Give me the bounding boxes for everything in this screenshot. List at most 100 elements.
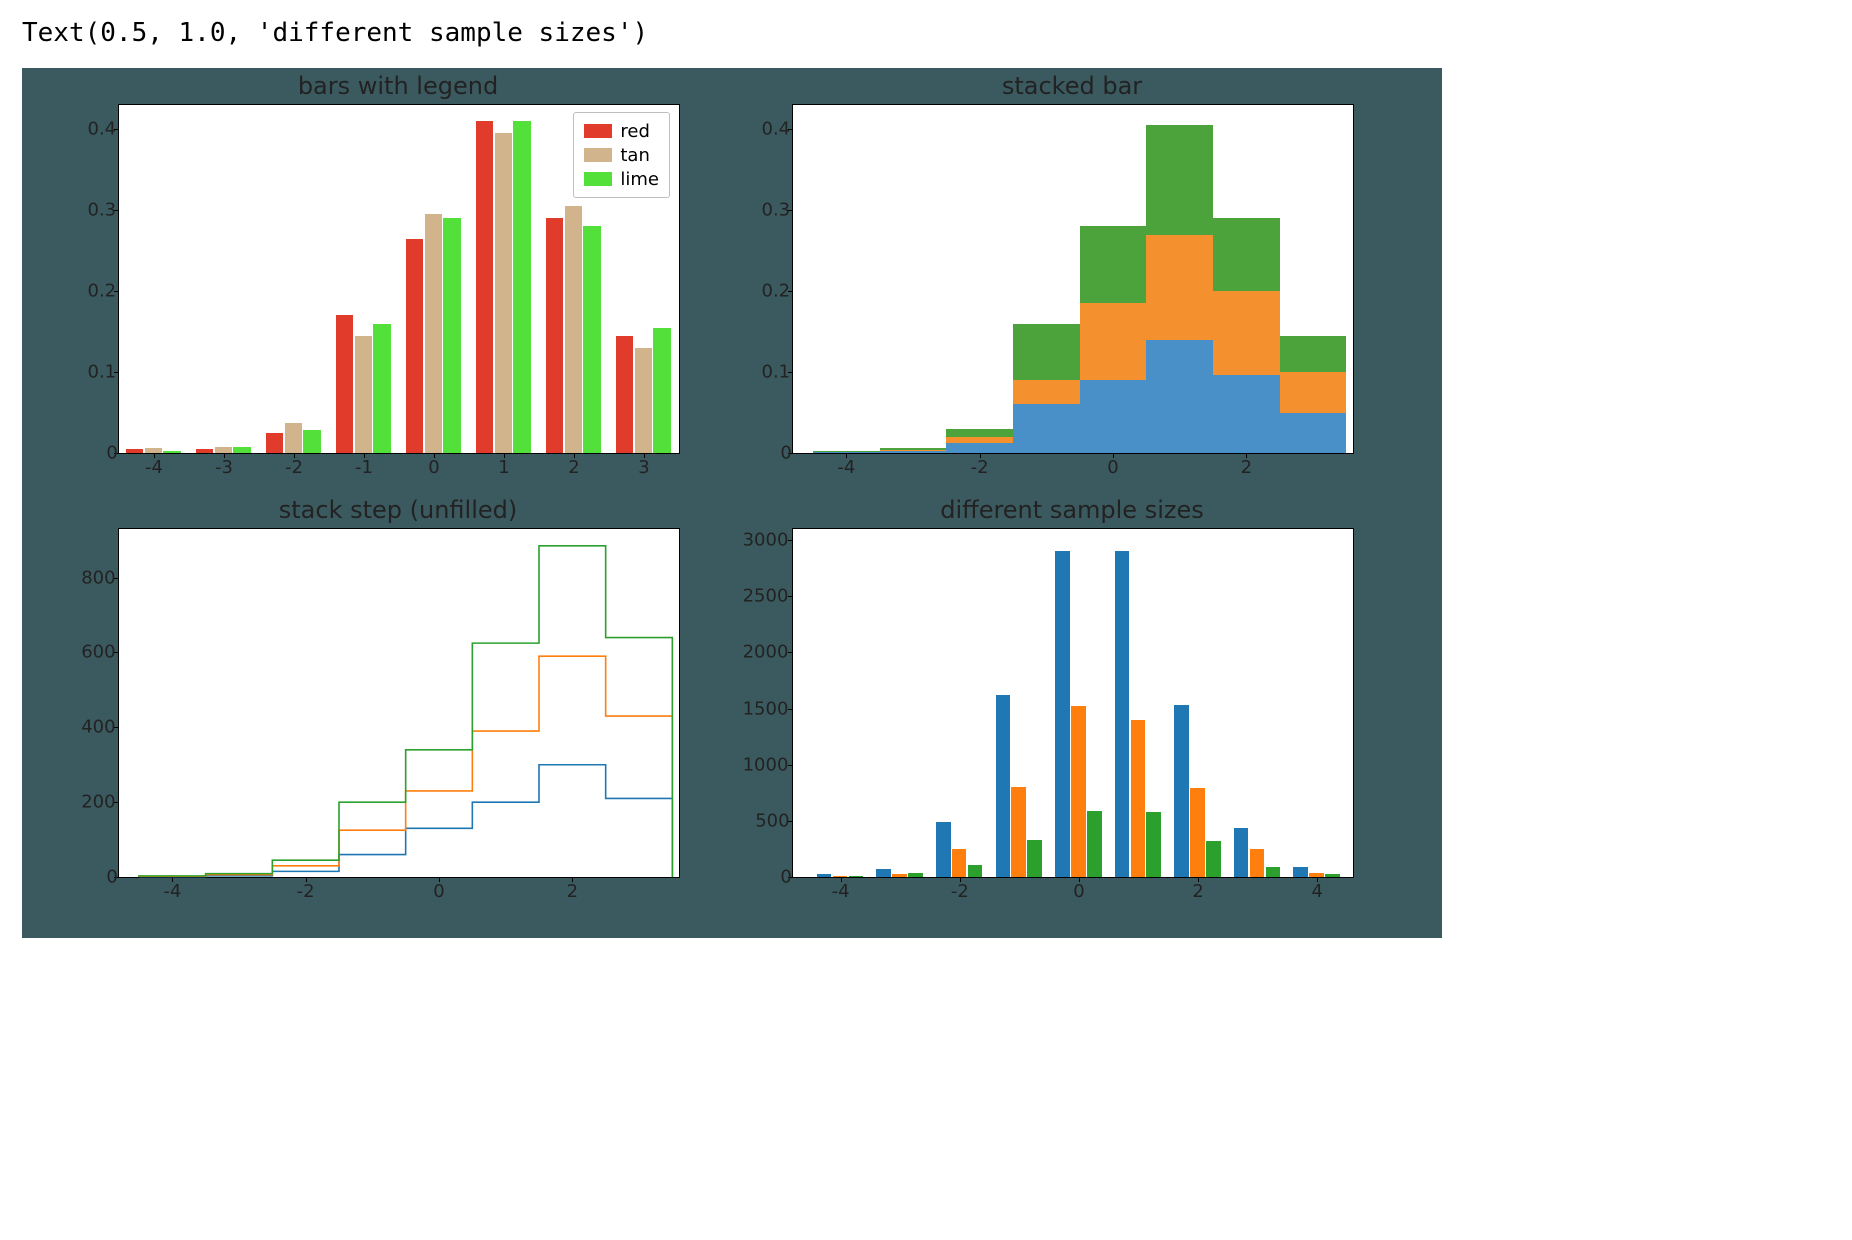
bar (1266, 867, 1281, 877)
bar (876, 869, 891, 877)
bar (266, 433, 283, 453)
bar-stack (1013, 404, 1080, 453)
legend-label: tan (620, 145, 650, 166)
bar (145, 448, 162, 453)
bar (635, 348, 652, 453)
xtick-label: -3 (215, 457, 233, 478)
bar (476, 121, 493, 453)
bar-stack (1146, 340, 1213, 453)
bar-stack (880, 451, 947, 453)
bar (1250, 849, 1265, 877)
xtick-label: -2 (971, 457, 989, 478)
ytick-label: 800 (81, 567, 115, 588)
xtick-label: -4 (837, 457, 855, 478)
xtick-label: -2 (285, 457, 303, 478)
bar-stack (1280, 413, 1347, 453)
legend-item: tan (584, 143, 659, 167)
bar (1027, 840, 1042, 877)
legend-swatch (584, 124, 612, 138)
bar (1190, 788, 1205, 877)
bar (616, 336, 633, 453)
subplot-title: stack step (unfilled) (118, 496, 678, 524)
jupyter-output-repr: Text(0.5, 1.0, 'different sample sizes') (0, 0, 1852, 56)
bar (336, 315, 353, 453)
bar (1146, 812, 1161, 877)
bar-stack (1080, 380, 1147, 453)
bar (303, 430, 320, 453)
xtick-label: 0 (428, 457, 439, 478)
ytick-label: 0.1 (87, 362, 116, 383)
legend-item: red (584, 119, 659, 143)
bar (1087, 811, 1102, 877)
legend-label: red (620, 121, 650, 142)
bar (285, 423, 302, 453)
bar-stack (813, 452, 880, 453)
bar (163, 451, 180, 453)
legend: red tan lime (573, 112, 670, 198)
bar (425, 214, 442, 453)
xtick-label: -4 (145, 457, 163, 478)
ytick-label: 0.4 (87, 119, 116, 140)
subplot-title: stacked bar (792, 72, 1352, 100)
bar (546, 218, 563, 453)
ytick-label: 0.4 (761, 119, 790, 140)
bar (1234, 828, 1249, 877)
xtick-label: 1 (498, 457, 509, 478)
bar (1071, 706, 1086, 877)
xtick-label: 2 (1241, 457, 1252, 478)
ytick-label: 200 (81, 792, 115, 813)
xtick-label: 3 (638, 457, 649, 478)
bar (1325, 874, 1340, 877)
bar (443, 218, 460, 453)
xtick-label: -1 (355, 457, 373, 478)
bar-stack (946, 443, 1013, 453)
bar (968, 865, 983, 877)
ytick-label: 400 (81, 717, 115, 738)
bar (1055, 551, 1070, 877)
bar (513, 121, 530, 453)
bar (1174, 705, 1189, 877)
bar (996, 695, 1011, 877)
subplot-stacked-bar: stacked bar -4-20200.10.20.30.4 (792, 104, 1352, 452)
subplot-bars-with-legend: bars with legend -4-3-2-1012300.10.20.30… (118, 104, 678, 452)
subplot-stack-step-unfilled: stack step (unfilled) -4-202020040060080… (118, 528, 678, 876)
xtick-label: 2 (1192, 881, 1203, 902)
bar-stack (1213, 375, 1280, 454)
matplotlib-figure: bars with legend -4 -3 -2 -1 0 1 2 3 0 0.1 0.2 0.3 0… (22, 68, 1442, 938)
bar (215, 447, 232, 453)
ytick-label: 600 (81, 642, 115, 663)
xtick-label: 4 (1312, 881, 1323, 902)
bar (1115, 551, 1130, 877)
bar (406, 239, 423, 453)
ytick-label: 0 (780, 867, 791, 888)
ytick-label: 0.3 (87, 200, 116, 221)
plot-area: -4-2024050010001500200025003000 (792, 528, 1354, 878)
xtick-label: 0 (1107, 457, 1118, 478)
subplot-title: bars with legend (118, 72, 678, 100)
bar (1206, 841, 1221, 877)
legend-label: lime (620, 169, 659, 190)
bar (833, 876, 848, 877)
xtick-label: -4 (832, 881, 850, 902)
ytick-label: 1000 (743, 754, 789, 775)
bar (1293, 867, 1308, 877)
legend-item: lime (584, 167, 659, 191)
ytick-label: 1500 (743, 698, 789, 719)
ytick-label: 0 (106, 443, 117, 464)
bar (233, 447, 250, 453)
ytick-label: 3000 (743, 530, 789, 551)
ytick-label: 0.2 (87, 281, 116, 302)
ytick-label: 0.2 (761, 281, 790, 302)
bar (936, 822, 951, 877)
step-line (139, 546, 672, 877)
ytick-label: 500 (755, 810, 789, 831)
plot-area: -4-2020200400600800 (118, 528, 680, 878)
ytick-label: 0 (106, 867, 117, 888)
bar (817, 874, 832, 877)
ytick-label: 0 (780, 443, 791, 464)
bar (849, 876, 864, 877)
xtick-label: -2 (951, 881, 969, 902)
bar (196, 449, 213, 453)
bar (908, 873, 923, 877)
bar (373, 324, 390, 453)
